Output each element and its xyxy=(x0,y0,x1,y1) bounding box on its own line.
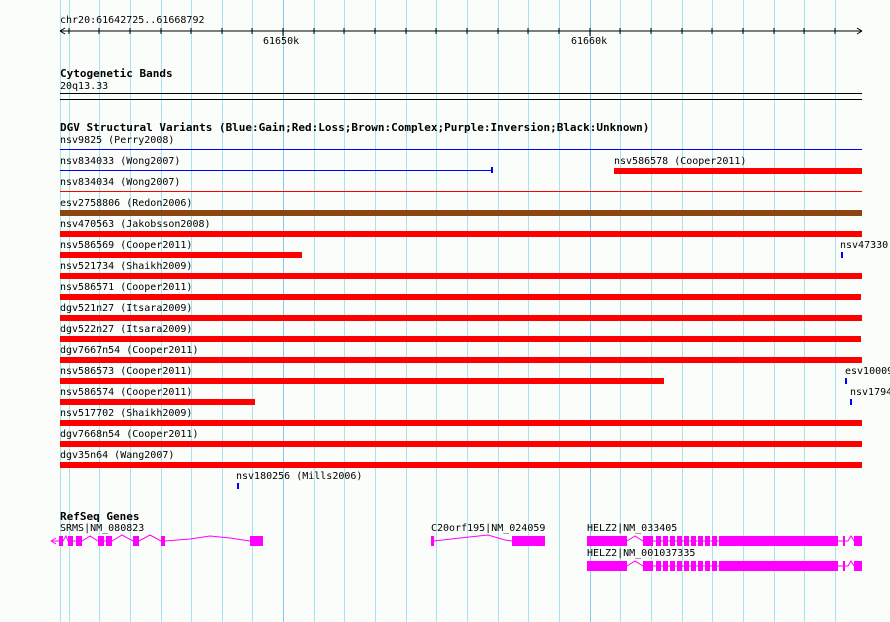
variant-bar xyxy=(60,294,861,300)
helz2-nm001037335-exon xyxy=(643,561,653,571)
cytoband-track-title[interactable]: Cytogenetic Bands xyxy=(60,68,173,79)
helz2-nm033405-exon xyxy=(698,536,703,546)
helz2-nm001037335-exon xyxy=(843,561,845,571)
helz2-nm001037335-exon xyxy=(691,561,696,571)
gene-label-helz2-nm001037335[interactable]: HELZ2|NM_001037335 xyxy=(587,548,695,559)
c20orf195-intron xyxy=(433,534,513,542)
srms-exon xyxy=(68,536,73,546)
cytoband-label: 20q13.33 xyxy=(60,81,109,92)
helz2-nm001037335-exon xyxy=(854,561,862,571)
cytoband-line-top xyxy=(60,93,862,94)
helz2-nm033405-exon xyxy=(663,536,668,546)
variant-label[interactable]: dgv7668n54 (Cooper2011) xyxy=(60,429,198,440)
variant-label[interactable]: nsv586573 (Cooper2011) xyxy=(60,366,192,377)
gene-label-srms[interactable]: SRMS|NM_080823 xyxy=(60,523,144,534)
variant-label[interactable]: nsv521734 (Shaikh2009) xyxy=(60,261,192,272)
variant-bar xyxy=(60,315,862,321)
helz2-nm001037335-exon xyxy=(670,561,675,571)
dgv-track-title[interactable]: DGV Structural Variants (Blue:Gain;Red:L… xyxy=(60,122,649,133)
variant-label[interactable]: nsv9825 (Perry2008) xyxy=(60,135,174,146)
helz2-nm033405-exon xyxy=(643,536,653,546)
variant-label[interactable]: nsv834034 (Wong2007) xyxy=(60,177,180,188)
helz2-nm001037335-exon xyxy=(705,561,710,571)
variant-bar xyxy=(60,273,862,279)
helz2-nm033405-exon xyxy=(670,536,675,546)
refseq-track-title[interactable]: RefSeq Genes xyxy=(60,511,139,522)
helz2-nm001037335-exon xyxy=(684,561,689,571)
srms-exon xyxy=(161,536,165,546)
variant-bar xyxy=(60,170,492,171)
region-label: chr20:61642725..61668792 xyxy=(60,15,205,26)
tick-label-61660k: 61660k xyxy=(571,36,608,47)
srms-exon xyxy=(76,536,82,546)
helz2-nm033405-exon xyxy=(677,536,682,546)
helz2-nm001037335-exon xyxy=(587,561,627,571)
gene-label-helz2-nm033405[interactable]: HELZ2|NM_033405 xyxy=(587,523,677,534)
variant-bar xyxy=(60,378,664,384)
helz2-nm001037335-exon xyxy=(656,561,661,571)
variant-end-tick xyxy=(491,167,493,173)
variant-label[interactable]: dgv35n64 (Wang2007) xyxy=(60,450,174,461)
helz2-nm033405-exon xyxy=(854,536,862,546)
variant-label[interactable]: dgv522n27 (Itsara2009) xyxy=(60,324,192,335)
gene-label-c20orf195[interactable]: C20orf195|NM_024059 xyxy=(431,523,545,534)
helz2-nm033405-exon xyxy=(684,536,689,546)
variant-bar xyxy=(60,462,862,468)
srms-exon xyxy=(98,536,104,546)
variant-label[interactable]: nsv517702 (Shaikh2009) xyxy=(60,408,192,419)
variant-bar xyxy=(614,168,862,174)
variant-bar xyxy=(60,191,862,192)
srms-exon xyxy=(133,536,139,546)
helz2-nm033405-exon xyxy=(691,536,696,546)
variant-bar xyxy=(60,441,862,447)
variant-bar xyxy=(237,483,239,489)
helz2-nm033405-exon xyxy=(656,536,661,546)
helz2-nm001037335-exon xyxy=(723,561,838,571)
cytoband-line-bottom xyxy=(60,99,862,100)
helz2-nm033405-exon xyxy=(843,536,845,546)
srms-exon xyxy=(59,536,63,546)
variant-label[interactable]: nsv586574 (Cooper2011) xyxy=(60,387,192,398)
variant-label[interactable]: nsv1794 xyxy=(850,387,890,398)
variant-bar xyxy=(60,231,862,237)
helz2-nm033405-exon xyxy=(587,536,627,546)
variant-bar xyxy=(841,252,843,258)
variant-label[interactable]: nsv47330 xyxy=(840,240,888,251)
variant-label[interactable]: nsv586571 (Cooper2011) xyxy=(60,282,192,293)
variant-label[interactable]: nsv586578 (Cooper2011) xyxy=(614,156,746,167)
variant-bar xyxy=(60,357,862,363)
helz2-nm001037335-exon xyxy=(677,561,682,571)
variant-bar xyxy=(60,420,862,426)
variant-label[interactable]: esv10009 xyxy=(845,366,890,377)
c20orf195-exon xyxy=(512,536,545,546)
variant-bar xyxy=(60,399,255,405)
helz2-nm033405-exon xyxy=(723,536,838,546)
helz2-nm001037335-exon xyxy=(663,561,668,571)
variant-label[interactable]: esv2758806 (Redon2006) xyxy=(60,198,192,209)
variant-label[interactable]: nsv834033 (Wong2007) xyxy=(60,156,180,167)
helz2-nm033405-exon xyxy=(712,536,717,546)
variant-label[interactable]: nsv586569 (Cooper2011) xyxy=(60,240,192,251)
genome-browser-panel: chr20:61642725..61668792 61650k 61660k C… xyxy=(0,0,890,622)
variant-label[interactable]: dgv521n27 (Itsara2009) xyxy=(60,303,192,314)
variant-label[interactable]: dgv7667n54 (Cooper2011) xyxy=(60,345,198,356)
variant-label[interactable]: nsv470563 (Jakobsson2008) xyxy=(60,219,211,230)
variant-label[interactable]: nsv180256 (Mills2006) xyxy=(236,471,362,482)
variant-bar xyxy=(850,399,852,405)
helz2-nm001037335-exon xyxy=(712,561,717,571)
helz2-nm001037335-exon xyxy=(698,561,703,571)
variant-bar xyxy=(60,210,862,216)
variant-bar xyxy=(60,149,862,150)
c20orf195-exon xyxy=(431,536,434,546)
variant-bar xyxy=(845,378,847,384)
variant-bar xyxy=(60,252,302,258)
srms-exon xyxy=(250,536,263,546)
helz2-nm033405-exon xyxy=(705,536,710,546)
variant-bar xyxy=(60,336,861,342)
srms-exon xyxy=(106,536,112,546)
tick-label-61650k: 61650k xyxy=(263,36,300,47)
